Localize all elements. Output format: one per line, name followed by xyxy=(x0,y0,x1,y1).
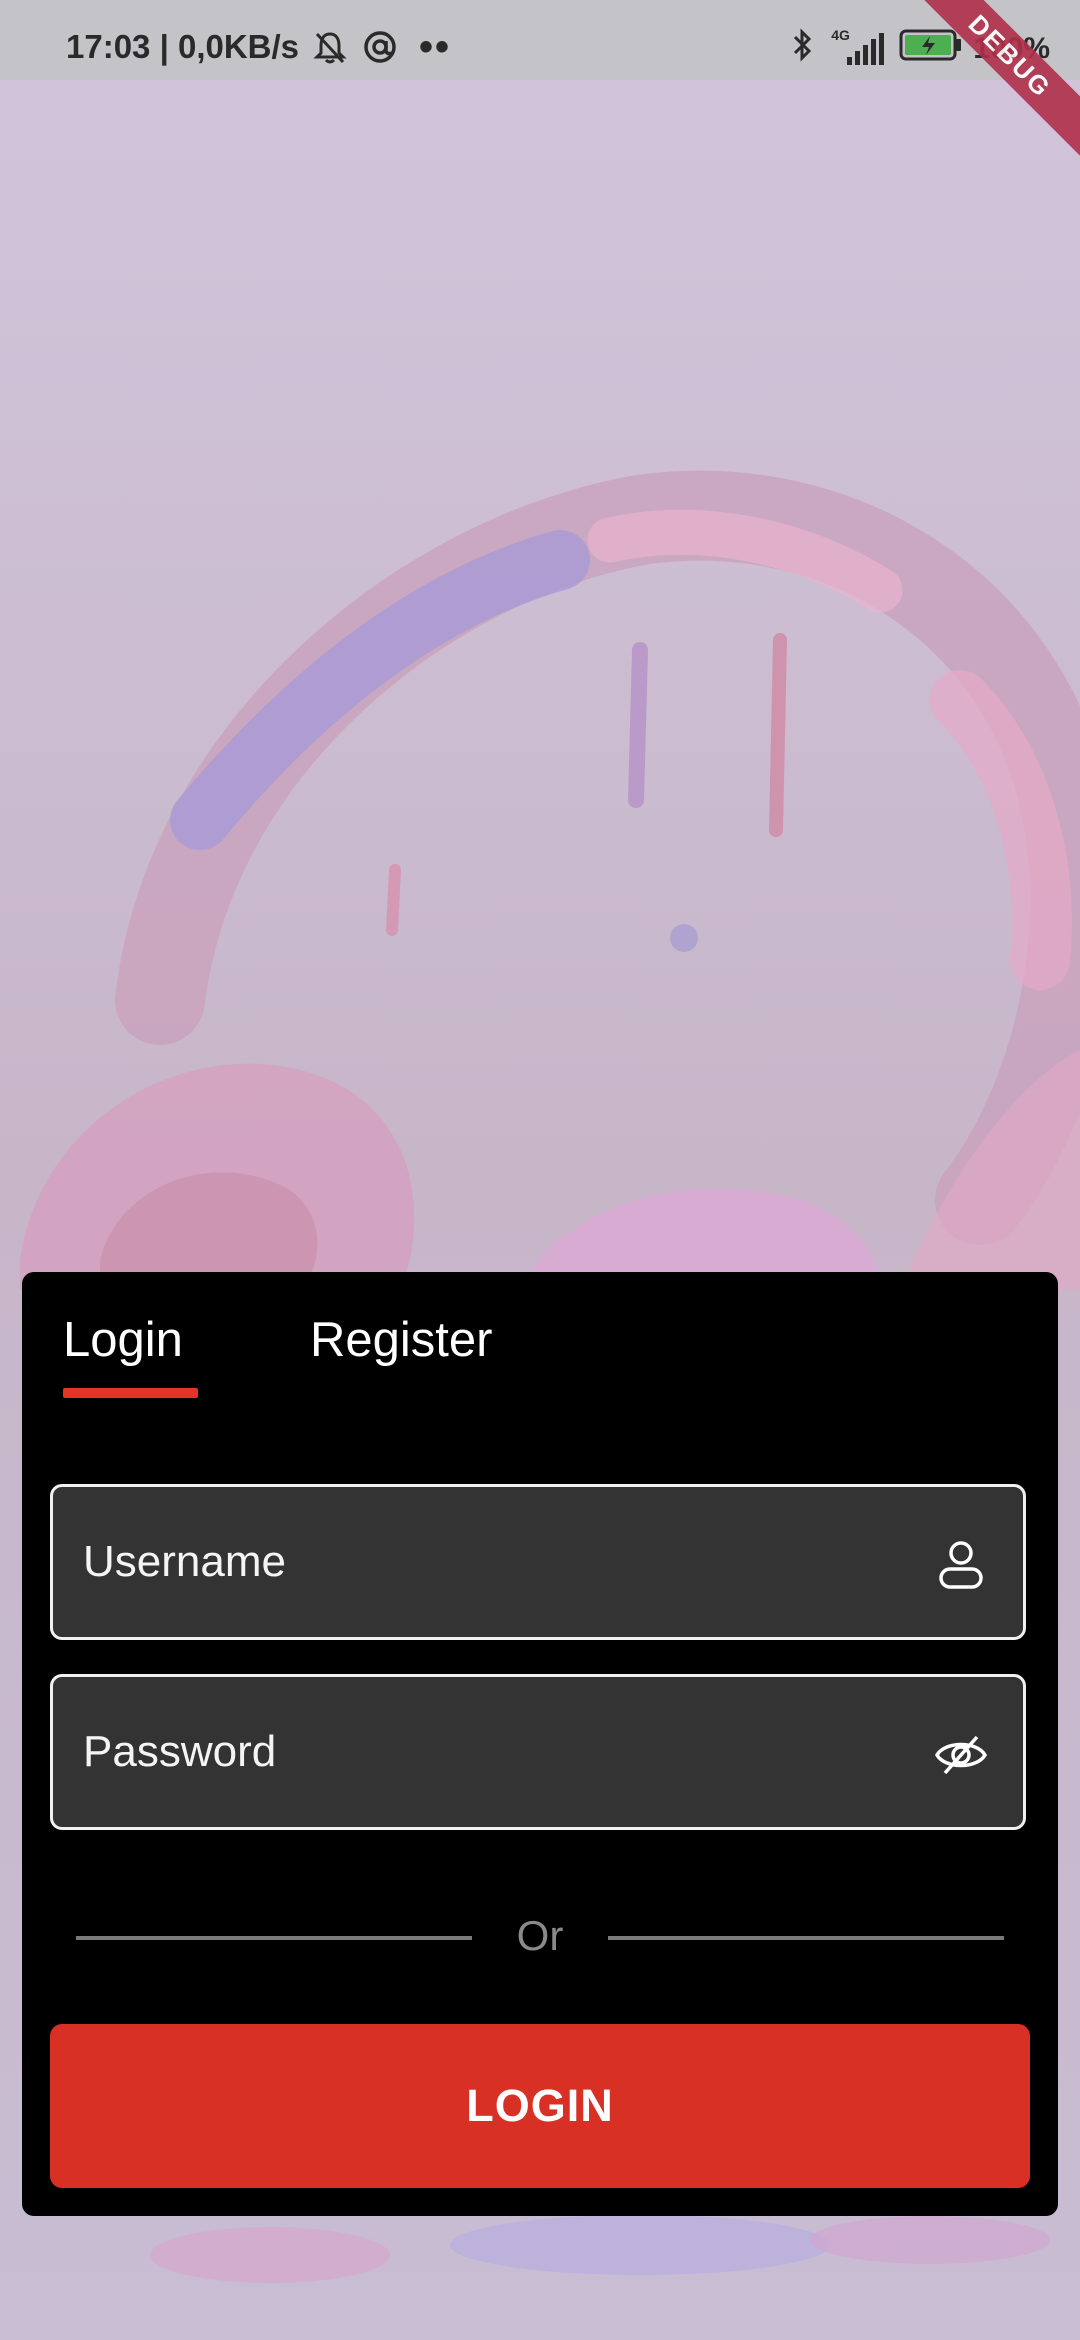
more-notifications-dots: •• xyxy=(419,25,452,69)
at-sign-icon xyxy=(361,28,399,66)
password-field[interactable] xyxy=(50,1674,1026,1830)
username-input[interactable] xyxy=(83,1487,903,1637)
bluetooth-icon xyxy=(789,26,815,72)
password-input[interactable] xyxy=(83,1677,903,1827)
or-divider: Or xyxy=(76,1912,1004,1962)
username-field[interactable] xyxy=(50,1484,1026,1640)
status-time-speed: 17:03 | 0,0KB/s xyxy=(66,28,300,65)
mute-bell-icon xyxy=(311,28,349,66)
status-bar-left: 17:03 | 0,0KB/s •• xyxy=(66,25,452,69)
auth-card: Login Register Or LOGIN xyxy=(22,1272,1058,2216)
eye-off-icon[interactable] xyxy=(933,1727,989,1783)
signal-icon: 4G xyxy=(829,27,885,69)
tab-indicator xyxy=(63,1388,198,1398)
divider-line-right xyxy=(608,1936,1004,1940)
tab-register[interactable]: Register xyxy=(310,1312,492,1368)
battery-charging-icon xyxy=(899,28,963,70)
user-icon xyxy=(933,1537,989,1593)
status-bar: 17:03 | 0,0KB/s •• 4G 100% xyxy=(0,0,1080,80)
login-button[interactable]: LOGIN xyxy=(50,2024,1030,2188)
tab-login[interactable]: Login xyxy=(63,1312,183,1368)
